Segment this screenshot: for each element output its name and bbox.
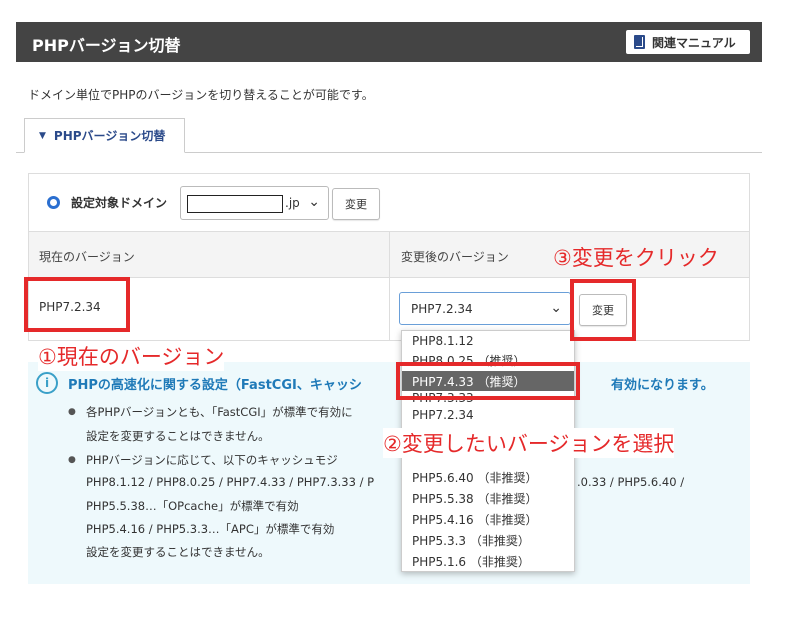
version-select[interactable]: PHP7.2.34 ⌄ [399, 292, 571, 325]
info-line: 各PHPバージョンとも、「FastCGI」が標準で有効に [86, 405, 353, 419]
info-title-tail: 有効になります。 [611, 378, 714, 393]
annotation-step1: ①現在のバージョン [38, 341, 225, 371]
column-new-version: 変更後のバージョン [401, 250, 509, 264]
dropdown-option[interactable]: PHP5.5.38 （非推奨） [412, 490, 537, 507]
dropdown-option[interactable]: PHP5.1.6 （非推奨） [412, 553, 530, 570]
related-manual-label: 関連マニュアル [652, 35, 736, 50]
domain-change-button[interactable]: 変更 [332, 188, 380, 220]
domain-field [187, 195, 283, 213]
domain-row: 設定対象ドメイン .jp ⌄ 変更 [29, 174, 749, 232]
chevron-down-icon: ▼ [39, 130, 46, 141]
annotation-box-button [570, 279, 636, 341]
book-icon [634, 35, 645, 49]
chevron-down-icon: ⌄ [550, 300, 562, 316]
annotation-box-option [396, 362, 580, 400]
column-divider [389, 278, 390, 340]
version-select-value: PHP7.2.34 [411, 302, 473, 316]
info-line: PHP5.4.16 / PHP5.3.3…「APC」が標準で有効 [86, 522, 335, 536]
annotation-step2: ②変更したいバージョンを選択 [383, 428, 675, 458]
tab-php-version[interactable]: ▼ PHPバージョン切替 [24, 118, 185, 153]
bullet-icon: ● [68, 455, 76, 465]
tab-label: PHPバージョン切替 [53, 129, 166, 143]
info-box: i PHPの高速化に関する設定（FastCGI、キャッシ 有効になります。 ● … [28, 362, 750, 584]
dropdown-option[interactable]: PHP7.2.34 [412, 408, 474, 422]
related-manual-button[interactable]: 関連マニュアル [626, 30, 750, 54]
info-line: .0.33 / PHP5.6.40 / [577, 475, 685, 489]
dropdown-option[interactable]: PHP8.1.12 [412, 334, 474, 348]
page-title: PHPバージョン切替 [32, 36, 181, 55]
domain-suffix: .jp [285, 196, 300, 210]
domain-select[interactable]: .jp ⌄ [180, 186, 329, 220]
info-line: PHPバージョンに応じて、以下のキャッシュモジ [86, 453, 338, 467]
info-line: PHP5.5.38…「OPcache」が標準で有効 [86, 499, 299, 513]
annotation-step3: ③変更をクリック [553, 246, 719, 270]
dropdown-option[interactable]: PHP5.4.16 （非推奨） [412, 511, 537, 528]
chevron-down-icon: ⌄ [308, 194, 320, 210]
dropdown-option[interactable]: PHP5.3.3 （非推奨） [412, 532, 530, 549]
bullet-icon: ● [68, 407, 76, 417]
page-description: ドメイン単位でPHPのバージョンを切り替えることが可能です。 [28, 88, 374, 102]
info-title: PHPの高速化に関する設定（FastCGI、キャッシ [68, 378, 362, 393]
column-divider [389, 232, 390, 278]
page-header: PHPバージョン切替 関連マニュアル [16, 22, 762, 62]
info-icon: i [36, 372, 58, 394]
info-line: PHP8.1.12 / PHP8.0.25 / PHP7.4.33 / PHP7… [86, 475, 375, 489]
info-line: 設定を変更することはできません。 [86, 429, 270, 443]
domain-label: 設定対象ドメイン [71, 196, 168, 210]
annotation-box-current [24, 277, 130, 332]
column-current-version: 現在のバージョン [39, 250, 135, 264]
radio-icon [47, 196, 60, 209]
info-line: 設定を変更することはできません。 [86, 545, 270, 559]
dropdown-option[interactable]: PHP5.6.40 （非推奨） [412, 469, 537, 486]
